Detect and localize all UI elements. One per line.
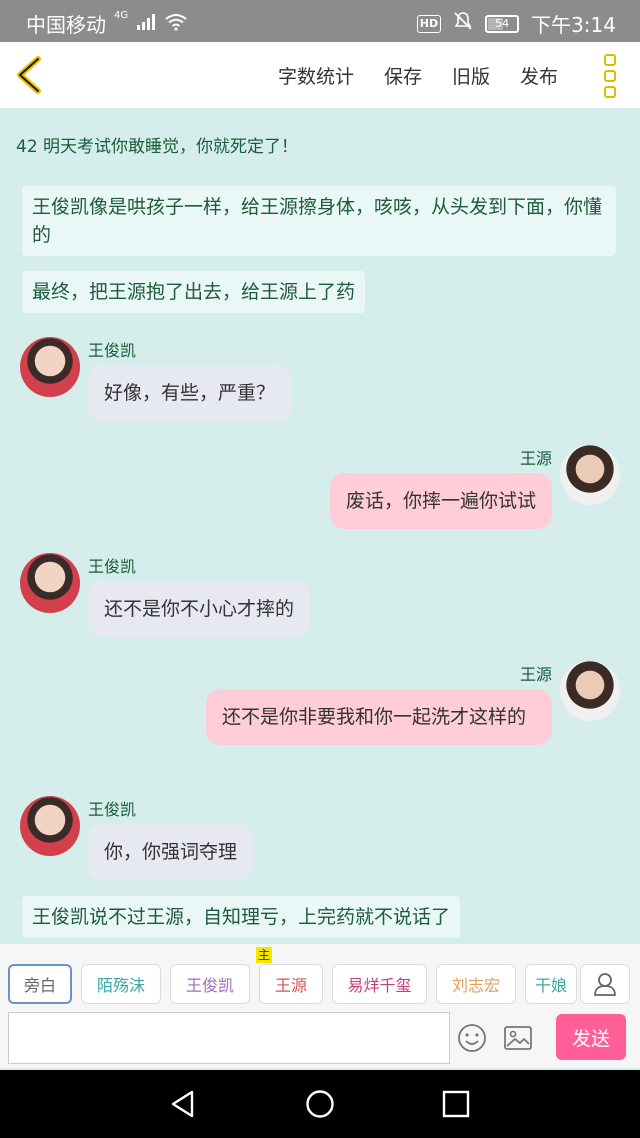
main-role-badge: 主: [256, 947, 273, 963]
battery-level: 54: [495, 16, 510, 30]
avatar-wangjunkai[interactable]: [20, 337, 80, 397]
old-version-button[interactable]: 旧版: [452, 62, 490, 89]
navigation-bar: [0, 1070, 640, 1138]
compose-panel: 旁白 陌殇沫 王俊凯 主 王源 易烊千玺 刘志宏 干娘 发送: [0, 944, 640, 1068]
emoji-button[interactable]: [456, 1022, 488, 1054]
image-icon: [504, 1026, 532, 1050]
chat-bubble-right[interactable]: 还不是你非要我和你一起洗才这样的: [206, 689, 552, 745]
speaker-name: 王源: [519, 449, 552, 468]
more-dot-icon: [604, 54, 616, 66]
nav-recents-button[interactable]: [441, 1089, 471, 1119]
network-type: 4G: [114, 10, 129, 21]
role-tab-ganniang[interactable]: 干娘: [525, 964, 577, 1004]
more-menu-button[interactable]: [600, 54, 620, 98]
editor-toolbar: 字数统计 保存 旧版 发布: [0, 42, 640, 108]
role-tab-liuzhihong[interactable]: 刘志宏: [436, 964, 516, 1004]
role-tab-label: 陌殇沫: [96, 976, 145, 995]
speaker-name: 王俊凯: [88, 557, 137, 576]
role-tab-wangjunkai[interactable]: 王俊凯: [170, 964, 250, 1004]
signal-icon: [136, 12, 156, 36]
mute-icon: [453, 11, 473, 36]
word-count-button[interactable]: 字数统计: [278, 62, 354, 89]
role-tab-label: 干娘: [534, 976, 567, 995]
role-tab-label: 王源: [274, 976, 307, 995]
speaker-name: 王源: [519, 665, 552, 684]
publish-button[interactable]: 发布: [520, 62, 558, 89]
role-tab-narrator[interactable]: 旁白: [8, 964, 72, 1004]
role-tab-label: 刘志宏: [451, 976, 500, 995]
chat-area[interactable]: 42 明天考试你敢睡觉，你就死定了！ 王俊凯像是哄孩子一样，给王源擦身体，咳咳，…: [0, 108, 640, 944]
role-tab-label: 易烊千玺: [347, 976, 412, 995]
save-button[interactable]: 保存: [384, 62, 422, 89]
role-tab-label: 王俊凯: [185, 976, 234, 995]
status-bar: 中国移动 4G HD 54 下午3:14: [0, 0, 640, 42]
avatar-wangjunkai[interactable]: [20, 796, 80, 856]
chat-bubble-right[interactable]: 废话，你摔一遍你试试: [329, 473, 552, 529]
chevron-left-icon: [17, 56, 41, 94]
user-icon: [594, 973, 616, 996]
message-input[interactable]: [8, 1012, 450, 1064]
carrier-label: 中国移动: [26, 13, 106, 37]
role-tab-moshangmo[interactable]: 陌殇沫: [81, 964, 161, 1004]
narration-block[interactable]: 最终，把王源抱了出去，给王源上了药: [22, 271, 366, 313]
manage-roles-button[interactable]: [580, 964, 630, 1004]
smiley-icon: [458, 1024, 486, 1052]
speaker-name: 王俊凯: [88, 341, 137, 360]
narration-block[interactable]: 王俊凯像是哄孩子一样，给王源擦身体，咳咳，从头发到下面，你懂的: [22, 186, 616, 256]
triangle-back-icon: [171, 1090, 194, 1118]
speaker-name: 王俊凯: [88, 800, 137, 819]
chapter-title: 42 明天考试你敢睡觉，你就死定了！: [16, 137, 299, 157]
battery-icon: 54: [485, 14, 520, 33]
narration-block[interactable]: 王俊凯说不过王源，自知理亏，上完药就不说话了: [22, 896, 461, 938]
circle-home-icon: [306, 1090, 334, 1118]
image-button[interactable]: [502, 1022, 534, 1054]
role-tabs: 旁白 陌殇沫 王俊凯 主 王源 易烊千玺 刘志宏 干娘: [0, 947, 640, 1006]
role-tab-yiyangqianxi[interactable]: 易烊千玺: [332, 964, 427, 1004]
more-dot-icon: [604, 86, 616, 98]
wifi-icon: [164, 12, 188, 36]
back-button[interactable]: [14, 55, 44, 95]
chat-bubble-left[interactable]: 还不是你不小心才摔的: [88, 581, 311, 637]
more-dot-icon: [604, 70, 616, 82]
chat-bubble-left[interactable]: 好像，有些，严重？: [88, 365, 292, 421]
chat-bubble-left[interactable]: 你，你强词夺理: [88, 824, 254, 880]
hd-icon: HD: [416, 14, 442, 33]
clock: 下午3:14: [531, 13, 616, 37]
send-button[interactable]: 发送: [556, 1014, 626, 1060]
role-tab-label: 旁白: [23, 976, 56, 995]
square-recents-icon: [442, 1090, 470, 1118]
avatar-wangjunkai[interactable]: [20, 553, 80, 613]
role-tab-wangyuan[interactable]: 主 王源: [256, 947, 323, 1004]
nav-back-button[interactable]: [168, 1089, 198, 1119]
avatar-wangyuan[interactable]: [560, 661, 620, 721]
avatar-wangyuan[interactable]: [560, 445, 620, 505]
nav-home-button[interactable]: [305, 1089, 335, 1119]
